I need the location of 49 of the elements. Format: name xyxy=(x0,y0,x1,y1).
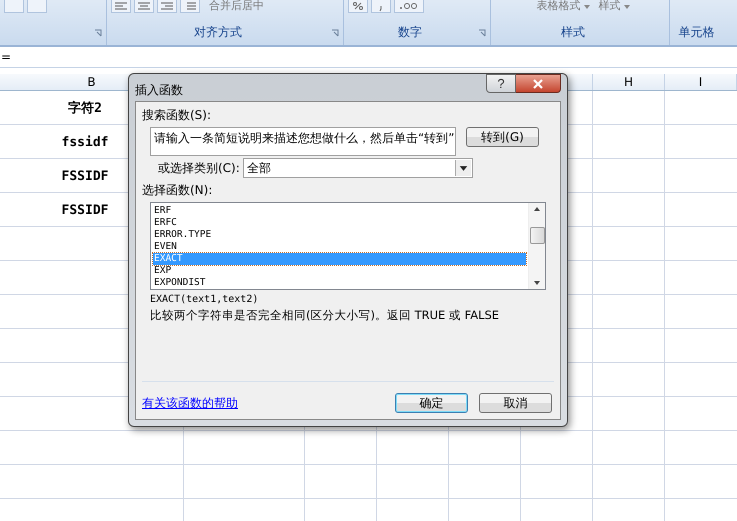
dialog-launcher-icon[interactable] xyxy=(478,29,486,37)
category-label: 或选择类别(C): xyxy=(158,160,240,176)
table-format-button[interactable]: 表格格式 xyxy=(536,0,580,12)
table-cell: FSSIDF xyxy=(62,202,108,218)
scrollbar[interactable] xyxy=(528,203,545,289)
table-cell: fssidf xyxy=(62,134,108,150)
cell-style-button[interactable]: 样式 xyxy=(598,0,620,12)
ribbon-group-label: 样式 xyxy=(560,25,586,41)
help-link[interactable]: 有关该函数的帮助 xyxy=(142,394,238,412)
dialog-title: 插入函数 xyxy=(135,82,183,99)
align-left-icon[interactable] xyxy=(111,0,131,13)
ribbon-group-label: 单元格 xyxy=(678,25,716,41)
function-list-label: 选择函数(N): xyxy=(142,182,214,198)
close-button[interactable] xyxy=(516,74,561,93)
function-item[interactable]: ERF xyxy=(153,205,526,217)
cancel-button[interactable]: 取消 xyxy=(479,393,552,413)
align-right-icon[interactable] xyxy=(157,0,177,13)
function-item[interactable]: ERFC xyxy=(153,217,526,229)
caret-icon[interactable] xyxy=(584,4,590,10)
search-label: 搜索函数(S): xyxy=(142,107,212,123)
function-description: 比较两个字符串是否完全相同(区分大小写)。返回 TRUE 或 FALSE xyxy=(150,308,500,323)
percent-icon[interactable] xyxy=(348,0,368,13)
function-item[interactable]: EXP xyxy=(153,265,526,277)
column-header[interactable]: H xyxy=(624,75,634,89)
function-item[interactable]: ERROR.TYPE xyxy=(153,229,526,241)
formula-content: = xyxy=(1,50,12,64)
merge-center-button[interactable]: 合并后居中 xyxy=(209,0,264,12)
ribbon-group-label: 对齐方式 xyxy=(193,25,243,41)
help-button[interactable]: ? xyxy=(486,74,516,93)
caret-icon[interactable] xyxy=(624,4,630,10)
indent-icon[interactable] xyxy=(180,0,200,13)
function-signature: EXACT(text1,text2) xyxy=(150,293,260,306)
category-dropdown[interactable]: 全部 xyxy=(242,158,473,178)
function-item[interactable]: EVEN xyxy=(153,241,526,253)
scroll-thumb[interactable] xyxy=(530,227,544,244)
go-button[interactable]: 转到(G) xyxy=(466,127,539,147)
decimal-icon[interactable] xyxy=(394,0,424,13)
column-header[interactable]: I xyxy=(698,75,702,89)
dialog-launcher-icon[interactable] xyxy=(94,29,102,37)
function-item[interactable]: EXPONDIST xyxy=(153,277,526,289)
search-field[interactable]: 请输入一条简短说明来描述您想做什么，然后单击“转到” xyxy=(150,127,456,156)
ribbon-group-label: 数字 xyxy=(397,25,423,41)
align-center-icon[interactable] xyxy=(134,0,154,13)
table-cell: FSSIDF xyxy=(62,168,108,184)
ok-button[interactable]: 确定 xyxy=(395,393,468,413)
column-header[interactable]: B xyxy=(87,75,96,89)
dialog-launcher-icon[interactable] xyxy=(331,29,339,37)
close-icon xyxy=(532,78,544,88)
table-cell-text: 字符2 xyxy=(68,100,102,117)
